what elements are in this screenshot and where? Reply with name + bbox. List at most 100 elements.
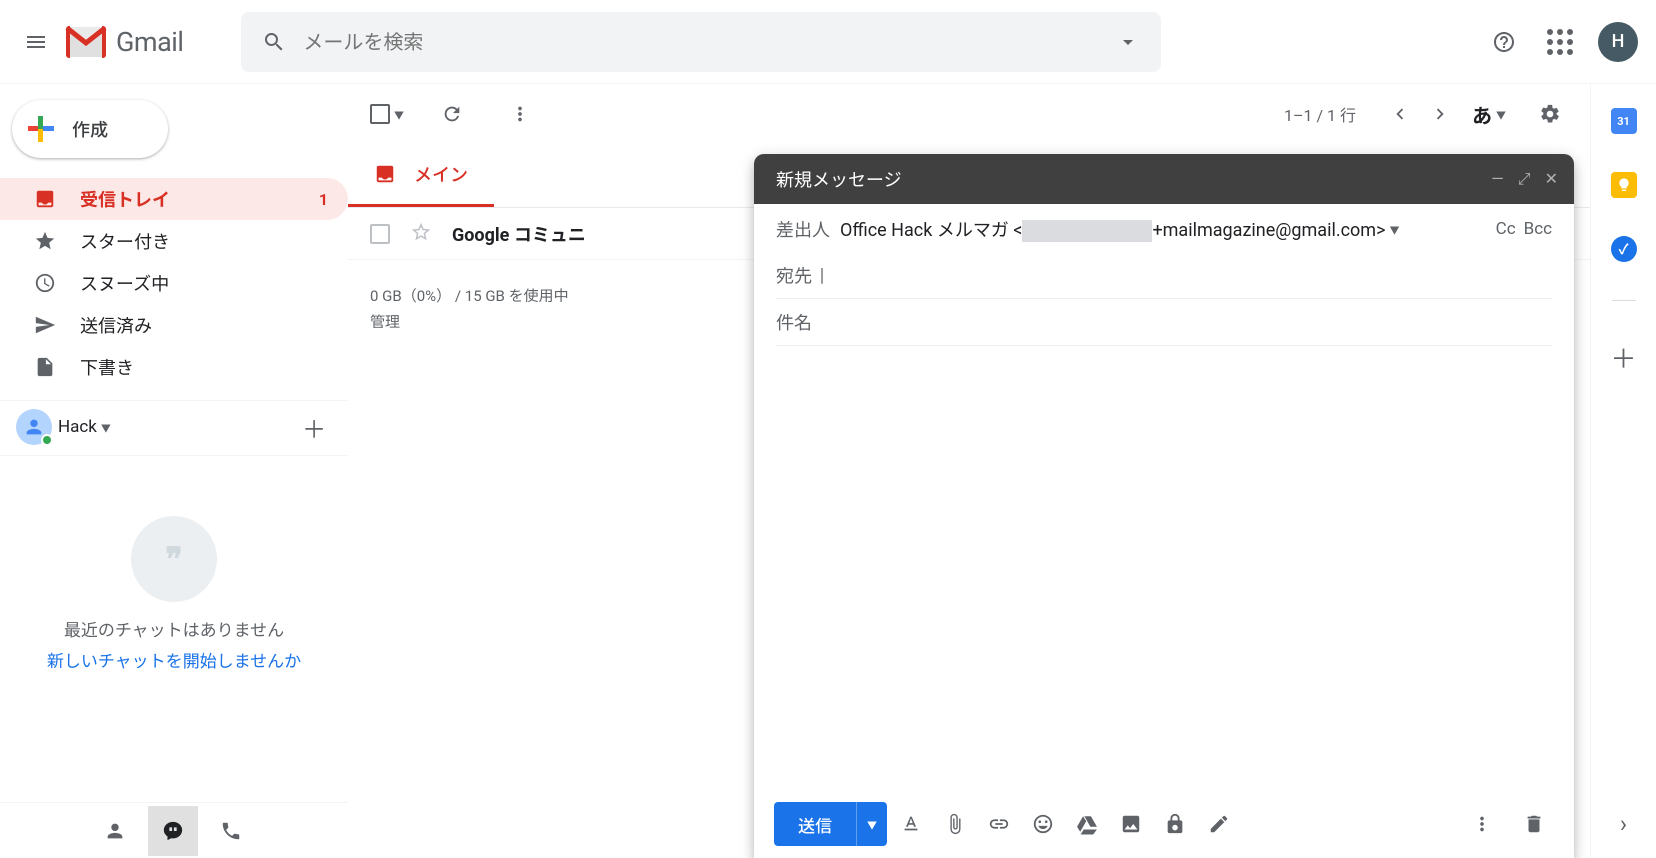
file-icon	[34, 356, 56, 378]
footer-tab-contacts[interactable]	[90, 806, 140, 856]
send-options-button[interactable]: ▼	[856, 802, 887, 846]
text-format-icon	[900, 813, 922, 835]
compose-window: 新規メッセージ — ⤢ ✕ 差出人 Office Hack メルマガ <+mai…	[754, 154, 1574, 858]
discard-draft-button[interactable]	[1514, 804, 1554, 844]
text-cursor: |	[820, 265, 824, 286]
help-button[interactable]	[1480, 18, 1528, 66]
insert-link-button[interactable]	[979, 804, 1019, 844]
search-bar	[241, 12, 1161, 72]
more-button[interactable]	[500, 94, 540, 134]
divider	[0, 455, 348, 456]
gmail-m-icon	[64, 25, 108, 59]
keep-icon	[1616, 177, 1632, 193]
refresh-button[interactable]	[432, 94, 472, 134]
insert-emoji-button[interactable]	[1023, 804, 1063, 844]
nav-starred[interactable]: スター付き	[0, 220, 348, 262]
search-options-button[interactable]	[1105, 19, 1151, 65]
select-all-checkbox[interactable]: ▼	[370, 104, 404, 124]
lang-label: あ	[1472, 100, 1492, 129]
compose-label: 作成	[72, 116, 108, 142]
insert-drive-button[interactable]	[1067, 804, 1107, 844]
image-icon	[1120, 813, 1142, 835]
nav-inbox[interactable]: 受信トレイ 1	[0, 178, 348, 220]
emoji-icon	[1032, 813, 1054, 835]
tasks-addon-button[interactable]	[1611, 236, 1637, 262]
chat-add-button[interactable]: ＋	[296, 409, 332, 445]
select-caret-icon: ▼	[394, 107, 404, 122]
compose-subject-row[interactable]: 件名	[776, 299, 1552, 346]
compose-from-row[interactable]: 差出人 Office Hack メルマガ <+mailmagazine@gmai…	[754, 204, 1574, 252]
mail-sender: Google コミュニ	[452, 221, 586, 247]
side-panel: 31 ＋ ›	[1590, 84, 1656, 858]
settings-button[interactable]	[1530, 94, 1570, 134]
insert-photo-button[interactable]	[1111, 804, 1151, 844]
compose-fullscreen-button[interactable]: ⤢	[1518, 169, 1531, 189]
nav-snoozed-label: スヌーズ中	[80, 270, 169, 296]
addons-add-button[interactable]: ＋	[1610, 339, 1636, 376]
compose-cc-button[interactable]: Cc	[1496, 219, 1516, 239]
tab-primary[interactable]: メイン	[348, 144, 494, 207]
gmail-logo[interactable]: Gmail	[64, 25, 183, 59]
chat-avatar[interactable]	[16, 409, 52, 445]
apps-grid-icon	[1547, 29, 1573, 55]
nav-sent-label: 送信済み	[80, 312, 152, 338]
compose-from-value: Office Hack メルマガ <+mailmagazine@gmail.co…	[840, 216, 1385, 242]
attach-icon	[944, 813, 966, 835]
more-vert-icon	[509, 103, 531, 125]
gear-icon	[1539, 103, 1561, 125]
confidential-mode-button[interactable]	[1155, 804, 1195, 844]
compose-close-button[interactable]: ✕	[1545, 169, 1558, 189]
insert-signature-button[interactable]	[1199, 804, 1239, 844]
star-outline-icon	[410, 221, 432, 243]
compose-subject-placeholder: 件名	[776, 309, 812, 335]
compose-body[interactable]	[754, 346, 1574, 790]
hangouts-icon	[162, 820, 184, 842]
compose-to-row[interactable]: 宛先 |	[776, 252, 1552, 299]
compose-more-button[interactable]	[1462, 804, 1502, 844]
nav-drafts[interactable]: 下書き	[0, 346, 348, 388]
account-avatar[interactable]: H	[1598, 22, 1638, 62]
keep-addon-button[interactable]	[1611, 172, 1637, 198]
hangouts-placeholder: ❞ 最近のチャットはありません 新しいチャットを開始しませんか	[0, 516, 348, 672]
compose-bcc-button[interactable]: Bcc	[1524, 219, 1552, 239]
main-menu-button[interactable]	[12, 18, 60, 66]
menu-icon	[24, 30, 48, 54]
calendar-addon-button[interactable]: 31	[1611, 108, 1637, 134]
compose-button[interactable]: 作成	[12, 100, 168, 158]
chat-dropdown-caret[interactable]: ▼	[101, 420, 111, 435]
attach-file-button[interactable]	[935, 804, 975, 844]
prev-page-button[interactable]	[1380, 94, 1420, 134]
divider	[1612, 300, 1636, 301]
inbox-icon	[34, 188, 56, 210]
nav-snoozed[interactable]: スヌーズ中	[0, 262, 348, 304]
input-language-button[interactable]: あ ▼	[1472, 100, 1506, 129]
hangouts-bubble-icon: ❞	[131, 516, 217, 602]
compose-minimize-button[interactable]: —	[1491, 169, 1504, 189]
format-text-button[interactable]	[891, 804, 931, 844]
compose-title: 新規メッセージ	[776, 166, 902, 192]
nav-sent[interactable]: 送信済み	[0, 304, 348, 346]
mail-star-button[interactable]	[410, 221, 452, 247]
compose-plus-icon	[28, 116, 54, 142]
page-counter: 1–1 / 1 行	[1284, 102, 1356, 126]
chevron-left-icon	[1389, 103, 1411, 125]
compose-to-label: 宛先	[776, 262, 812, 288]
send-label: 送信	[774, 812, 856, 837]
search-input[interactable]	[297, 30, 1105, 54]
caret-down-icon: ▼	[1496, 107, 1506, 122]
send-button[interactable]: 送信 ▼	[774, 802, 887, 846]
hangouts-start-link[interactable]: 新しいチャットを開始しませんか	[0, 647, 348, 672]
footer-tab-phone[interactable]	[206, 806, 256, 856]
side-panel-collapse-button[interactable]: ›	[1620, 810, 1627, 838]
pen-icon	[1208, 813, 1230, 835]
footer-tab-hangouts[interactable]	[148, 806, 198, 856]
next-page-button[interactable]	[1420, 94, 1460, 134]
search-button[interactable]	[251, 19, 297, 65]
compose-from-caret-icon[interactable]: ▼	[1389, 222, 1399, 237]
compose-from-label: 差出人	[776, 216, 830, 242]
drive-icon	[1076, 813, 1098, 835]
mail-checkbox[interactable]	[370, 224, 390, 244]
apps-button[interactable]	[1536, 18, 1584, 66]
compose-header[interactable]: 新規メッセージ — ⤢ ✕	[754, 154, 1574, 204]
checkbox-icon	[370, 104, 390, 124]
